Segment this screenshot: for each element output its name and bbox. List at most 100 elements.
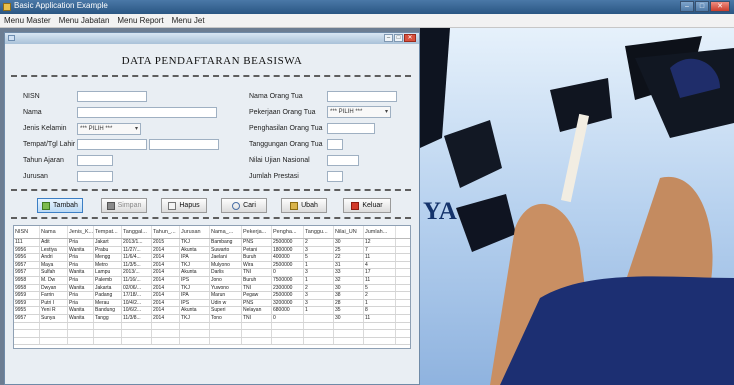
table-cell: [364, 322, 396, 330]
ubah-label: Ubah: [301, 202, 318, 209]
column-header[interactable]: Tanggu...: [304, 226, 334, 238]
table-cell: 680000: [272, 307, 304, 314]
nilai-un-label: Nilai Ujian Nasional: [249, 157, 310, 164]
table-cell: 9955: [14, 307, 40, 314]
table-cell: Tangg: [94, 314, 122, 322]
table-cell: [304, 330, 334, 337]
form-maximize-button[interactable]: □: [394, 34, 403, 42]
form-titlebar[interactable]: – □ ✕: [5, 33, 419, 44]
table-row[interactable]: 9959 Putri I Pria Merau 10/4/2... 2014 IPS Udin…: [14, 299, 410, 308]
table-row[interactable]: 9956 Andri Pria Mengg 11/6/4... 2014 IPA Jaelan…: [14, 254, 410, 262]
column-header[interactable]: Tanggal...: [122, 226, 152, 238]
background-letters: YA: [423, 198, 457, 225]
jenis-kelamin-select[interactable]: *** PILIH *** ▾: [77, 123, 141, 135]
nama-ortu-field[interactable]: [327, 91, 397, 102]
table-cell: [14, 337, 40, 345]
table-row[interactable]: 111 Adit Pria Jakart 2013/1... 2015 TKJ Bambang…: [14, 239, 410, 247]
table-row[interactable]: 9957 Sulfah Wanita Lampu 2013/... 2014 Akunta D…: [14, 269, 410, 277]
table-row[interactable]: 9957 Maya Pria Metro 11/3/5... 2014 TKJ Mulyono…: [14, 261, 410, 270]
hapus-button[interactable]: Hapus: [161, 198, 207, 213]
table-cell: Metro: [94, 261, 122, 269]
window-titlebar[interactable]: Basic Application Example – □ ✕: [0, 0, 734, 14]
table-cell: [304, 322, 334, 330]
pekerjaan-ortu-select[interactable]: *** PILIH *** ▾: [327, 106, 391, 118]
menu-jabatan[interactable]: Menu Jabatan: [59, 14, 110, 27]
simpan-button[interactable]: Simpan: [101, 198, 147, 213]
tanggal-lahir-field[interactable]: [149, 139, 219, 150]
minimize-button[interactable]: –: [680, 1, 694, 12]
form-minimize-button[interactable]: –: [384, 34, 393, 42]
table-cell: [210, 330, 242, 337]
table-row[interactable]: 9958 M. Dw Pria Palemb 11/16/... 2014 IPS Jono B…: [14, 276, 410, 285]
table-cell: 30: [334, 284, 364, 292]
cari-button[interactable]: Cari: [221, 198, 267, 213]
table-cell: Pria: [68, 299, 94, 307]
table-row[interactable]: 9959 Farrin Pria Padang 17/18/... 2014 IPA Maru…: [14, 292, 410, 300]
table-cell: 1: [304, 261, 334, 269]
column-header[interactable]: Jurusan: [180, 226, 210, 238]
table-cell: 9957: [14, 269, 40, 276]
keluar-button[interactable]: Keluar: [343, 198, 391, 213]
table-cell: [68, 337, 94, 345]
menu-jet[interactable]: Menu Jet: [172, 14, 205, 27]
table-cell: 2013/...: [122, 269, 152, 276]
table-cell: [152, 322, 180, 330]
table-cell: Farrin: [40, 292, 68, 299]
ubah-button[interactable]: Ubah: [281, 198, 327, 213]
nisn-field[interactable]: [77, 91, 147, 102]
column-header[interactable]: Jumlah...: [364, 226, 396, 238]
column-header[interactable]: Nilai_UN: [334, 226, 364, 238]
table-cell: [40, 330, 68, 337]
table-cell: IPA: [180, 292, 210, 299]
table-cell: 1: [304, 276, 334, 284]
menu-master[interactable]: Menu Master: [4, 14, 51, 27]
simpan-label: Simpan: [117, 202, 142, 209]
table-row[interactable]: [14, 337, 410, 346]
table-cell: 9958: [14, 284, 40, 292]
menu-report[interactable]: Menu Report: [117, 14, 163, 27]
table-row[interactable]: 9957 Sunya Wanita Tangg 11/3/8... 2014 TKJ Tono…: [14, 314, 410, 323]
table-row[interactable]: 9956 Lestiya Wanita Prabu 11/27/... 2014 Akunt…: [14, 246, 410, 255]
tanggungan-ortu-field[interactable]: [327, 139, 343, 150]
table-row[interactable]: [14, 330, 410, 338]
table-cell: 9959: [14, 299, 40, 307]
nilai-un-field[interactable]: [327, 155, 359, 166]
table-cell: [242, 337, 272, 345]
penghasilan-ortu-field[interactable]: [327, 123, 375, 134]
chevron-down-icon: ▾: [134, 126, 138, 132]
form-close-button[interactable]: ✕: [404, 34, 416, 42]
student-data-table[interactable]: NISN Nama Jenis_K... Tempat... Tanggal... Tah…: [13, 225, 411, 349]
nama-field[interactable]: [77, 107, 217, 118]
column-header[interactable]: Pekerja...: [242, 226, 272, 238]
table-cell: 8: [364, 307, 396, 314]
column-header[interactable]: NISN: [14, 226, 40, 238]
table-cell: Mulyono: [210, 261, 242, 269]
table-cell: Wanita: [68, 284, 94, 292]
jurusan-field[interactable]: [77, 171, 113, 182]
table-cell: 1: [304, 307, 334, 314]
close-button[interactable]: ✕: [710, 1, 730, 12]
column-header[interactable]: Tahun_...: [152, 226, 180, 238]
column-header[interactable]: Nama_...: [210, 226, 242, 238]
column-header[interactable]: Tempat...: [94, 226, 122, 238]
divider-bottom: [11, 217, 411, 219]
tahun-ajaran-field[interactable]: [77, 155, 113, 166]
table-cell: 11: [364, 254, 396, 261]
column-header[interactable]: Pengha...: [272, 226, 304, 238]
table-cell: TKJ: [180, 261, 210, 269]
table-row[interactable]: [14, 322, 410, 331]
tempat-lahir-field[interactable]: [77, 139, 147, 150]
table-row[interactable]: 9958 Dwyan Wanita Jakarta 02/06/... 2014 TKJ Yu…: [14, 284, 410, 293]
maximize-button[interactable]: □: [695, 1, 709, 12]
column-header[interactable]: Jenis_K...: [68, 226, 94, 238]
tambah-button[interactable]: Tambah: [37, 198, 83, 213]
table-cell: 2014: [152, 269, 180, 276]
table-cell: 33: [334, 269, 364, 276]
tahun-ajaran-label: Tahun Ajaran: [23, 157, 64, 164]
table-row[interactable]: 9955 Yeni R Wanita Bandung 10/6/2... 2014 Akun…: [14, 307, 410, 315]
table-cell: [68, 322, 94, 330]
column-header[interactable]: Nama: [40, 226, 68, 238]
table-cell: [272, 337, 304, 345]
table-cell: [242, 322, 272, 330]
jumlah-prestasi-field[interactable]: [327, 171, 343, 182]
